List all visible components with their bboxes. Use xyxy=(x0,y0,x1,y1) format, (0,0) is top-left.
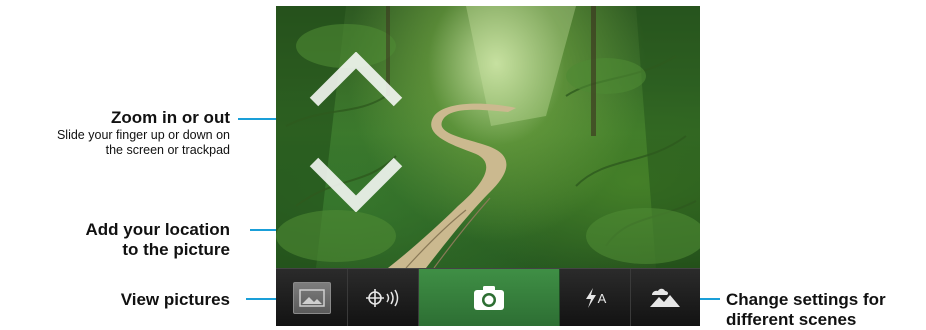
geotag-button[interactable] xyxy=(348,269,419,326)
landscape-scene-icon xyxy=(650,288,681,307)
flash-mode-button[interactable]: A xyxy=(560,269,631,326)
capture-button[interactable] xyxy=(418,269,561,326)
location-callout: Add your location to the picture xyxy=(4,220,231,260)
pictures-callout-title: View pictures xyxy=(120,290,230,309)
picture-thumbnail-icon xyxy=(292,282,331,314)
location-crosshair-icon xyxy=(366,289,399,307)
pictures-callout: View pictures xyxy=(4,290,230,310)
view-pictures-button[interactable] xyxy=(276,269,349,326)
camera-viewfinder[interactable]: A xyxy=(276,6,700,326)
scenes-callout-line1: Change settings for xyxy=(726,290,886,309)
zoom-callout-desc-line2: the screen or trackpad xyxy=(105,143,230,157)
zoom-out-arrow-icon[interactable] xyxy=(306,156,406,212)
camera-toolbar: A xyxy=(276,268,700,326)
flash-auto-icon xyxy=(585,288,596,308)
scenes-callout: Change settings for different scenes xyxy=(726,290,922,330)
location-callout-line2: to the picture xyxy=(122,240,230,259)
flash-auto-label: A xyxy=(597,290,607,306)
forest-path-photo xyxy=(276,6,700,268)
zoom-in-arrow-icon[interactable] xyxy=(306,52,406,108)
zoom-callout: Zoom in or out Slide your finger up or d… xyxy=(4,108,230,158)
zoom-callout-desc-line1: Slide your finger up or down on xyxy=(56,128,230,142)
scenes-callout-line2: different scenes xyxy=(726,310,857,329)
zoom-leader-line xyxy=(238,118,276,120)
zoom-callout-title: Zoom in or out xyxy=(111,108,230,127)
scene-mode-button[interactable] xyxy=(631,269,700,326)
location-callout-line1: Add your location xyxy=(85,220,231,239)
camera-icon xyxy=(474,286,504,310)
